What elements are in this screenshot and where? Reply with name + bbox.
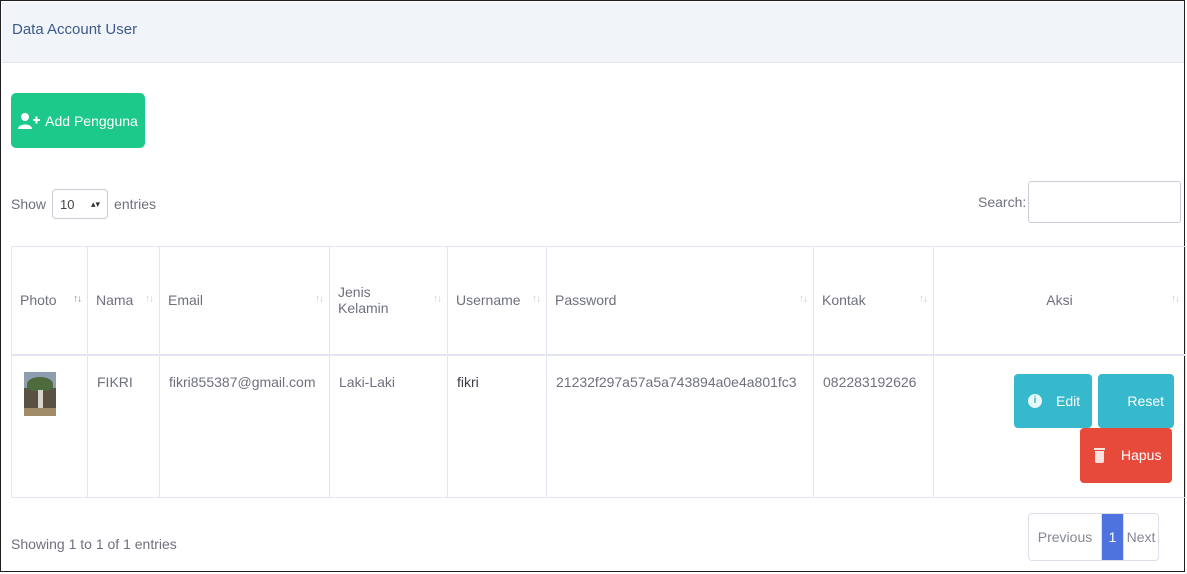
next-page-button[interactable]: Next (1123, 514, 1158, 560)
column-header-aksi[interactable]: Aksi ↑↓ (933, 246, 1186, 356)
cell-photo (11, 354, 88, 498)
user-plus-icon (18, 112, 41, 129)
length-suffix: entries (114, 196, 157, 212)
delete-button[interactable]: Hapus (1080, 427, 1172, 483)
cell-jenis-kelamin: Laki-Laki (329, 354, 448, 498)
reset-button[interactable]: Reset (1098, 373, 1174, 428)
sort-icon: ↑↓ (73, 293, 82, 305)
sort-icon: ↑↓ (799, 293, 808, 305)
sort-icon: ↑↓ (919, 293, 928, 305)
users-table: Photo ↑↓ Nama ↑↓ Email ↑↓ Jenis Kelamin ↑↓ Us… (11, 246, 1186, 498)
add-user-label: Add Pengguna (45, 112, 138, 129)
sort-icon: ↑↓ (315, 293, 324, 305)
pagination: Previous 1 Next (1028, 513, 1159, 561)
cell-kontak: 082283192626 (813, 354, 934, 498)
card-header: Data Account User (2, 2, 1184, 63)
table-header-row: Photo ↑↓ Nama ↑↓ Email ↑↓ Jenis Kelamin ↑↓ Us… (11, 246, 1186, 356)
column-header-nama[interactable]: Nama ↑↓ (87, 246, 160, 356)
column-header-password[interactable]: Password ↑↓ (546, 246, 814, 356)
search-label: Search: (978, 194, 1027, 210)
column-header-jenis-kelamin[interactable]: Jenis Kelamin ↑↓ (329, 246, 448, 356)
card-title: Data Account User (12, 21, 138, 38)
sort-icon: ↑↓ (145, 293, 154, 305)
column-header-username[interactable]: Username ↑↓ (447, 246, 547, 356)
edit-label: Edit (1056, 392, 1081, 409)
entries-select[interactable]: 10 ▴▾ (52, 189, 109, 219)
reset-label: Reset (1127, 392, 1164, 409)
page-1-button[interactable]: 1 (1102, 514, 1123, 560)
cell-username: fikri (447, 354, 547, 498)
cell-aksi: i Edit Reset Hapus (933, 354, 1186, 498)
hapus-label: Hapus (1121, 447, 1162, 463)
card: Data Account User Add Pengguna Show 10 ▴… (0, 0, 1186, 572)
sort-icon: ↑↓ (433, 293, 442, 305)
sort-icon: ↑↓ (1171, 293, 1180, 305)
trash-icon (1094, 447, 1105, 463)
edit-button[interactable]: i Edit (1014, 373, 1092, 428)
length-prefix: Show (11, 196, 47, 212)
length-control: Show 10 ▴▾ entries (11, 189, 156, 219)
table-row: FIKRI fikri855387@gmail.com Laki-Laki fi… (11, 354, 1186, 498)
sort-icon: ↑↓ (532, 293, 541, 305)
column-header-email[interactable]: Email ↑↓ (159, 246, 330, 356)
user-photo (24, 371, 56, 416)
add-user-button[interactable]: Add Pengguna (11, 93, 145, 148)
search-input[interactable] (1028, 181, 1181, 223)
cell-email: fikri855387@gmail.com (159, 354, 330, 498)
column-header-photo[interactable]: Photo ↑↓ (11, 246, 88, 356)
previous-page-button[interactable]: Previous (1029, 514, 1102, 560)
cell-password: 21232f297a57a5a743894a0e4a801fc3 (546, 354, 814, 498)
table-info: Showing 1 to 1 of 1 entries (11, 536, 177, 552)
info-icon: i (1028, 393, 1042, 408)
cell-nama: FIKRI (87, 354, 160, 498)
select-arrows-icon: ▴▾ (90, 198, 101, 209)
entries-select-value: 10 (60, 196, 75, 212)
column-header-kontak[interactable]: Kontak ↑↓ (813, 246, 934, 356)
